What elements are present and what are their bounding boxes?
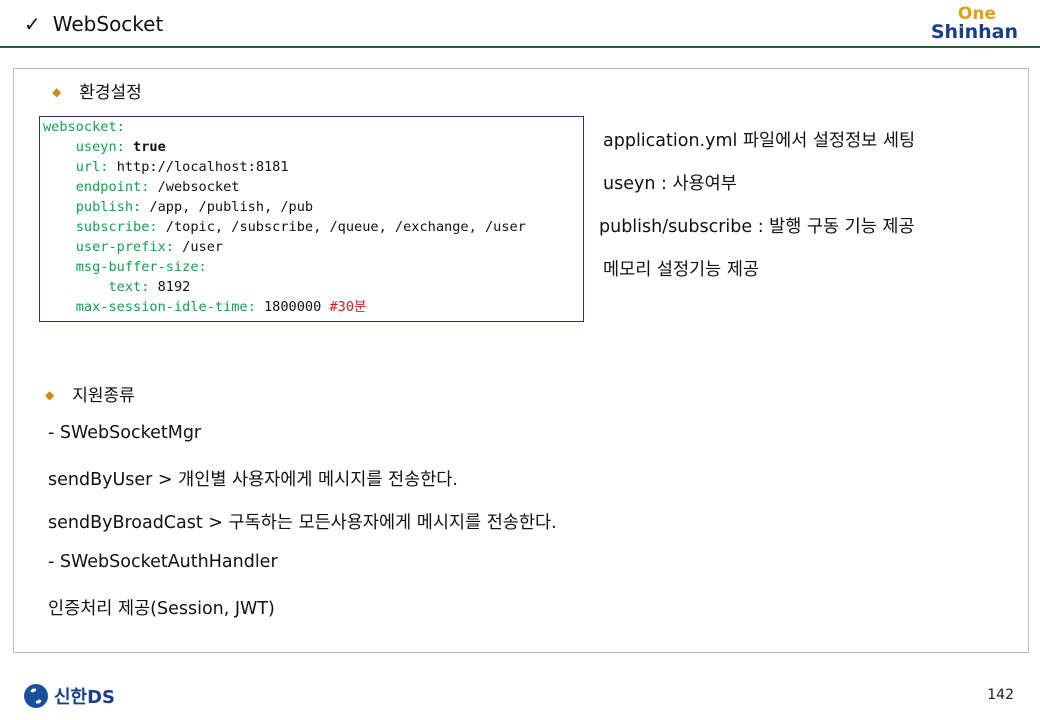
footer-brand: 신한DS <box>54 687 116 708</box>
diamond-bullet-icon: ◆ <box>52 85 62 99</box>
code-value: /websocket <box>157 179 240 195</box>
code-key: url: <box>75 159 109 175</box>
section-heading-support-text: 지원종류 <box>72 386 135 406</box>
code-line-subscribe: subscribe: /topic, /subscribe, /queue, /… <box>43 217 526 237</box>
slide-title: ✓ WebSocket <box>24 12 163 36</box>
code-value: http://localhost:8181 <box>116 159 289 175</box>
section-heading-config-text: 환경설정 <box>79 83 142 103</box>
code-line-msg-buffer-size: msg-buffer-size: <box>43 257 207 277</box>
code-line-root: websocket: <box>43 117 125 137</box>
code-line-endpoint: endpoint: /websocket <box>43 177 240 197</box>
support-item-auth-handler: - SWebSocketAuthHandler <box>48 552 278 572</box>
page-number: 142 <box>987 687 1014 703</box>
check-icon: ✓ <box>24 12 41 36</box>
support-item-mgr: - SWebSocketMgr <box>48 423 202 443</box>
diamond-bullet-icon: ◆ <box>45 388 55 402</box>
code-value: 1800000 <box>264 299 322 315</box>
code-line-user-prefix: user-prefix: /user <box>43 237 223 257</box>
code-key: user-prefix: <box>75 239 174 255</box>
yaml-code-block: websocket: useyn: true url: http://local… <box>39 116 584 322</box>
code-key: msg-buffer-size: <box>75 259 207 275</box>
code-value: true <box>133 139 166 155</box>
code-key: text: <box>108 279 150 295</box>
pubsub-description: publish/subscribe : 발행 구동 기능 제공 <box>599 217 915 237</box>
support-item-broadcast: sendByBroadCast > 구독하는 모든사용자에게 메시지를 전송한다… <box>48 513 557 533</box>
code-key: max-session-idle-time: <box>75 299 256 315</box>
code-value: /app, /publish, /pub <box>149 199 314 215</box>
code-line-url: url: http://localhost:8181 <box>43 157 289 177</box>
code-key: websocket: <box>43 119 125 135</box>
code-comment: #30분 <box>329 299 367 315</box>
code-key: publish: <box>75 199 142 215</box>
useyn-description: useyn : 사용여부 <box>603 174 737 194</box>
slide-title-text: WebSocket <box>52 12 164 36</box>
code-line-max-session-idle-time: max-session-idle-time: 1800000 #30분 <box>43 297 367 317</box>
code-key: subscribe: <box>75 219 158 235</box>
code-line-text: text: 8192 <box>43 277 190 297</box>
config-description: application.yml 파일에서 설정정보 세팅 <box>603 131 916 151</box>
section-heading-support: ◆ 지원종류 <box>45 381 135 406</box>
support-item-send-by-user: sendByUser > 개인별 사용자에게 메시지를 전송한다. <box>48 470 458 490</box>
code-line-useyn: useyn: true <box>43 137 166 157</box>
memory-description: 메모리 설정기능 제공 <box>603 260 760 280</box>
code-value: /topic, /subscribe, /queue, /exchange, /… <box>165 219 526 235</box>
code-line-publish: publish: /app, /publish, /pub <box>43 197 313 217</box>
header-divider <box>0 46 1040 48</box>
code-key: useyn: <box>75 139 125 155</box>
code-key: endpoint: <box>75 179 150 195</box>
logo-shinhan-text: Shinhan <box>930 21 1018 43</box>
code-value: 8192 <box>157 279 191 295</box>
one-shinhan-logo: One Shinhan <box>928 6 1018 42</box>
shinhan-mark-icon <box>24 684 48 708</box>
shinhan-ds-logo: 신한DS <box>24 682 115 710</box>
support-item-auth-desc: 인증처리 제공(Session, JWT) <box>48 599 275 619</box>
section-heading-config: ◆ 환경설정 <box>52 78 142 103</box>
code-value: /user <box>182 239 224 255</box>
